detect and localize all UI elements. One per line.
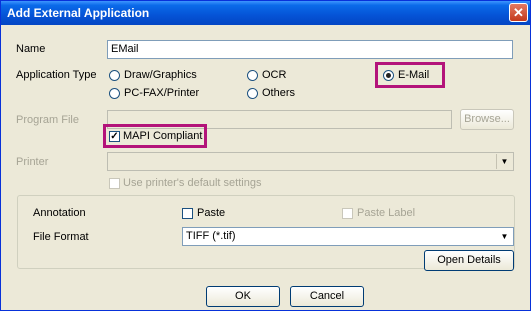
default-settings-checkbox [109, 178, 120, 189]
radio-draw-graphics[interactable] [109, 70, 120, 81]
paste-label-checkbox [342, 208, 353, 219]
title-bar[interactable]: Add External Application ✕ [1, 1, 530, 25]
radio-email[interactable] [383, 70, 394, 81]
radio-pc-fax-printer[interactable] [109, 88, 120, 99]
window-title: Add External Application [7, 6, 150, 20]
file-format-label: File Format [33, 231, 89, 243]
paste-label: Paste [197, 207, 226, 219]
radio-email-label: E-Mail [398, 69, 430, 81]
file-format-value: TIFF (*.tif) [186, 230, 236, 242]
radio-ocr-label: OCR [262, 69, 287, 81]
chevron-down-icon[interactable]: ▼ [497, 229, 512, 244]
app-type-label: Application Type [16, 69, 97, 81]
printer-select: ▼ [107, 152, 514, 171]
mapi-label: MAPI Compliant [123, 130, 203, 142]
radio-others[interactable] [247, 88, 258, 99]
program-file-label: Program File [16, 114, 79, 126]
name-input[interactable]: EMail [107, 40, 513, 59]
open-details-button[interactable]: Open Details [424, 250, 514, 271]
dialog-window: Add External Application ✕ Name EMail Ap… [0, 0, 531, 311]
printer-label: Printer [16, 156, 49, 168]
paste-checkbox[interactable] [182, 208, 193, 219]
radio-others-label: Others [262, 87, 296, 99]
chevron-down-icon: ▼ [496, 154, 512, 169]
paste-label-label: Paste Label [357, 207, 416, 219]
ok-button[interactable]: OK [206, 286, 280, 307]
radio-draw-graphics-label: Draw/Graphics [124, 69, 197, 81]
radio-pc-fax-printer-label: PC-FAX/Printer [124, 87, 200, 99]
radio-ocr[interactable] [247, 70, 258, 81]
close-icon[interactable]: ✕ [509, 3, 528, 22]
browse-button: Browse... [460, 109, 514, 130]
mapi-checkbox[interactable]: ✓ [109, 131, 120, 142]
file-format-select[interactable]: TIFF (*.tif) ▼ [182, 227, 514, 246]
annotation-label: Annotation [33, 207, 86, 219]
cancel-button[interactable]: Cancel [290, 286, 364, 307]
default-settings-label: Use printer's default settings [123, 177, 262, 189]
name-label: Name [16, 43, 46, 55]
